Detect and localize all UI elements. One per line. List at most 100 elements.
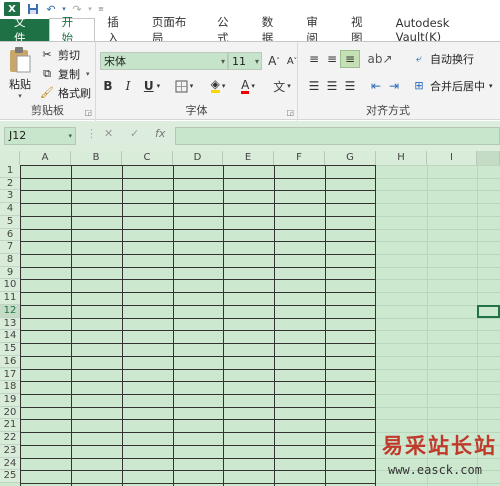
tab-view[interactable]: 视图: [339, 15, 384, 45]
column-header-d[interactable]: D: [173, 151, 223, 165]
ribbon-tabs: 文件 开始 插入 页面布局 公式 数据 审阅 视图 Autodesk Vault…: [0, 15, 500, 45]
column-header-j[interactable]: [477, 151, 500, 165]
row-header[interactable]: 25: [0, 470, 20, 483]
merge-center-button[interactable]: ⊞ 合并后居中 ▾: [412, 77, 492, 95]
column-header-a[interactable]: A: [20, 151, 71, 165]
bold-button[interactable]: B: [98, 77, 118, 95]
fill-color-button[interactable]: ◈ ▾: [204, 77, 232, 95]
tab-home[interactable]: 开始: [48, 15, 96, 45]
orientation-button[interactable]: ab↗: [366, 50, 394, 68]
underline-button[interactable]: U ▾: [138, 77, 166, 95]
align-center-button[interactable]: ☰: [322, 77, 342, 95]
row-header[interactable]: 16: [0, 355, 20, 369]
tab-review[interactable]: 审阅: [294, 15, 339, 45]
wrap-text-button[interactable]: ⤶ 自动换行: [412, 50, 474, 68]
column-header-c[interactable]: C: [122, 151, 173, 165]
align-bottom-button[interactable]: ≡: [340, 50, 360, 68]
row-header[interactable]: 4: [0, 203, 20, 216]
align-left-button[interactable]: ☰: [304, 77, 324, 95]
selected-cell-j12[interactable]: [477, 304, 500, 318]
copy-dropdown-icon[interactable]: ▾: [86, 70, 90, 78]
customize-toolbar-icon[interactable]: ≡: [94, 0, 108, 18]
copy-button[interactable]: ⧉ 复制 ▾: [40, 65, 90, 83]
row-header[interactable]: 14: [0, 330, 20, 344]
row-header[interactable]: 24: [0, 457, 20, 471]
font-size-select[interactable]: 11 ▾: [228, 52, 262, 70]
paste-button[interactable]: 粘贴 ▾: [6, 46, 34, 100]
row-header[interactable]: 2: [0, 177, 20, 191]
font-color-button[interactable]: A ▾: [234, 77, 262, 95]
row-border: [20, 406, 376, 408]
row-header[interactable]: 9: [0, 266, 20, 280]
clipboard-launcher-icon[interactable]: ◲: [84, 108, 92, 117]
column-border: [71, 165, 72, 486]
undo-icon[interactable]: ↶: [42, 0, 60, 18]
row-header[interactable]: 15: [0, 343, 20, 356]
column-header-e[interactable]: E: [223, 151, 274, 165]
row-border: [20, 483, 376, 484]
font-launcher-icon[interactable]: ◲: [286, 108, 294, 117]
phonetic-button[interactable]: 文 ▾: [268, 77, 296, 95]
row-border: [20, 444, 376, 446]
row-border: [20, 228, 376, 230]
tab-autodesk-vault[interactable]: Autodesk Vault(K): [384, 16, 500, 44]
tab-insert[interactable]: 插入: [95, 15, 140, 45]
row-header[interactable]: 18: [0, 381, 20, 394]
format-painter-button[interactable]: 🖌 格式刷: [40, 84, 91, 102]
font-name-select[interactable]: 宋体 ▾: [100, 52, 228, 70]
column-header-f[interactable]: F: [274, 151, 325, 165]
column-header-h[interactable]: H: [376, 151, 427, 165]
row-header[interactable]: 7: [0, 241, 20, 254]
gridline: [376, 393, 500, 395]
row-header[interactable]: 19: [0, 393, 20, 407]
column-header-b[interactable]: B: [71, 151, 122, 165]
align-top-button[interactable]: ≡: [304, 50, 324, 68]
align-middle-button[interactable]: ≡: [322, 50, 342, 68]
borders-button[interactable]: ▾: [170, 77, 198, 95]
row-border: [20, 203, 376, 205]
decrease-indent-button[interactable]: ⇤: [366, 77, 386, 95]
row-header[interactable]: 12: [0, 304, 20, 318]
row-header[interactable]: 23: [0, 444, 20, 458]
row-border: [20, 266, 376, 268]
column-header-i[interactable]: I: [427, 151, 477, 165]
redo-dropdown-icon[interactable]: ▾: [86, 0, 94, 18]
row-header[interactable]: 6: [0, 228, 20, 242]
borders-icon: [175, 80, 188, 92]
insert-function-icon[interactable]: fx: [155, 127, 165, 140]
tab-formulas[interactable]: 公式: [205, 15, 250, 45]
row-header[interactable]: 17: [0, 368, 20, 382]
row-header[interactable]: 22: [0, 432, 20, 445]
row-header[interactable]: 11: [0, 292, 20, 305]
align-right-button[interactable]: ☰: [340, 77, 360, 95]
gridline: [376, 368, 500, 370]
tab-page-layout[interactable]: 页面布局: [140, 15, 205, 45]
name-box[interactable]: J12 ▾: [4, 127, 76, 145]
row-header[interactable]: 20: [0, 406, 20, 420]
select-all-corner[interactable]: [0, 151, 20, 165]
italic-button[interactable]: I: [118, 77, 138, 95]
grow-font-button[interactable]: A ˄: [264, 52, 284, 70]
font-color-dropdown-icon: ▾: [251, 82, 255, 90]
tab-file[interactable]: 文件: [0, 15, 49, 45]
orientation-icon: ab↗: [367, 52, 393, 66]
gridline: [376, 292, 500, 294]
paste-dropdown-icon[interactable]: ▾: [6, 92, 34, 100]
row-header[interactable]: 5: [0, 215, 20, 229]
increase-indent-button[interactable]: ⇥: [384, 77, 404, 95]
row-header[interactable]: 13: [0, 317, 20, 331]
gridline: [376, 254, 500, 256]
row-header[interactable]: 21: [0, 419, 20, 433]
row-header[interactable]: 1: [0, 165, 20, 178]
row-header[interactable]: 8: [0, 254, 20, 267]
row-border: [20, 279, 376, 281]
row-border: [20, 457, 376, 459]
enter-edit-icon[interactable]: ✓: [130, 127, 139, 140]
cut-button[interactable]: ✂ 剪切: [40, 46, 80, 64]
row-header[interactable]: 10: [0, 279, 20, 293]
formula-input[interactable]: [175, 127, 500, 145]
cancel-edit-icon[interactable]: ✕: [104, 127, 113, 140]
row-header[interactable]: 3: [0, 190, 20, 204]
tab-data[interactable]: 数据: [250, 15, 295, 45]
column-header-g[interactable]: G: [325, 151, 376, 165]
